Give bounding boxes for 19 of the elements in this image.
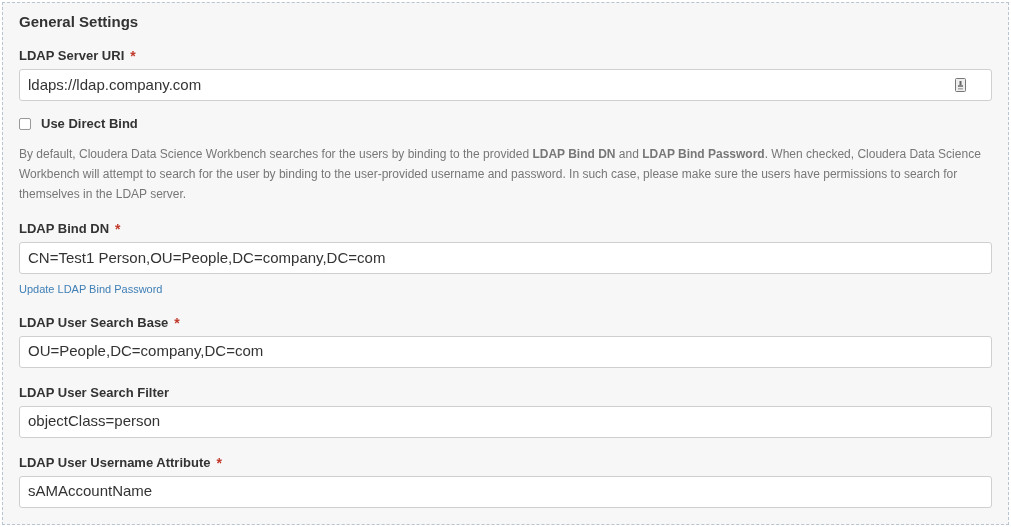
field-label: LDAP User Username Attribute [19,453,211,472]
help-text: By default, Cloudera Data Science Workbench searches for the users by binding to the provided LDAP Bind DN and LDAP Bind Password. When checked, Cloudera Data Science Workbench will attempt to search for the user by binding to the user-provided username and password. In such case, please make sure the users have permissions to search for themselves in the LDAP server. [19,146,982,203]
field-label: LDAP User Search Base [19,313,169,332]
section-title: General Settings [19,12,140,31]
field-label: LDAP Server URI [19,47,125,66]
checkbox[interactable] [19,118,31,130]
required-asterisk: * [115,222,121,236]
text-field[interactable]: sAMAccountName [19,475,992,508]
text-field[interactable]: OU=People,DC=company,DC=com [19,335,992,368]
text-field[interactable]: CN=Test1 Person,OU=People,DC=company,DC=com [19,242,992,274]
required-asterisk: * [216,455,222,470]
required-asterisk: * [174,315,180,330]
text-field[interactable]: objectClass=person [19,405,992,438]
field-label: LDAP Bind DN [19,220,110,239]
required-asterisk: * [130,49,136,63]
checkbox-label: Use Direct Bind [41,115,138,134]
update-password-link[interactable]: Update LDAP Bind Password [19,281,163,298]
text-field[interactable]: ldaps://ldap.company.com [19,69,992,101]
field-label: LDAP User Search Filter [19,383,170,402]
